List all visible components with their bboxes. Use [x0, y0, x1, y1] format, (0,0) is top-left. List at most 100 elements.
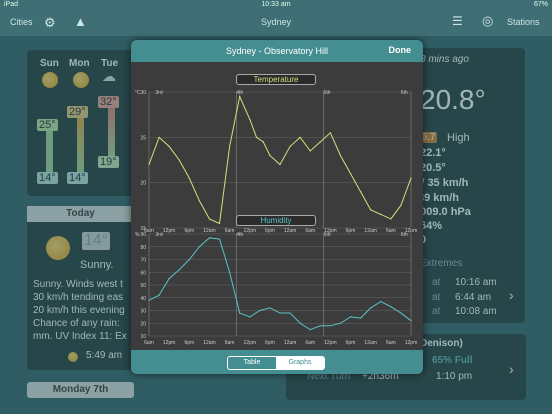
- list-icon[interactable]: ☰: [452, 14, 463, 28]
- extreme-time: 10:16 am: [455, 277, 497, 288]
- data-point: [299, 136, 301, 138]
- data-point: [229, 271, 231, 273]
- x-tick-label: 12am: [203, 340, 216, 346]
- x-tick-label: 6am: [386, 340, 396, 346]
- clock: 10:33 am: [261, 1, 291, 8]
- temperature-chart: °C15202530 3rd 4th 5th 6th6am 12pm 6pm 12am 6am 1…: [135, 90, 417, 234]
- low-temp-sun: 14°: [37, 172, 58, 184]
- data-point: [289, 312, 291, 314]
- x-tick-label: 12pm: [405, 340, 418, 346]
- updated-ago: 8 mins ago: [420, 54, 469, 65]
- tab-table[interactable]: Table: [228, 357, 276, 369]
- obs-row: 64%: [420, 220, 443, 232]
- extreme-time: 6:44 am: [455, 292, 492, 303]
- stations-button[interactable]: Stations: [507, 17, 540, 27]
- sun-icon: [42, 72, 58, 88]
- y-tick-label: 80: [140, 245, 146, 251]
- y-tick-label: 20: [140, 321, 146, 327]
- data-point: [390, 306, 392, 308]
- extremes-label: Extremes: [420, 258, 463, 269]
- chevron-right-icon[interactable]: ›: [509, 287, 514, 303]
- data-point: [319, 325, 321, 327]
- tab-graphs[interactable]: Graphs: [276, 357, 324, 369]
- data-point: [309, 150, 311, 152]
- chevron-right-icon[interactable]: ›: [509, 361, 514, 377]
- data-point: [208, 218, 211, 220]
- data-point: [410, 320, 412, 322]
- day-label: 3rd: [155, 90, 162, 96]
- next-turn-time: 1:10 pm: [436, 371, 473, 382]
- data-point: [178, 269, 180, 271]
- x-tick-label: 12pm: [244, 340, 257, 346]
- today-desc-line: Sunny. Winds west t: [33, 279, 123, 290]
- x-tick-label: 12am: [364, 340, 377, 346]
- data-point: [269, 154, 271, 157]
- y-tick-label: 30: [140, 90, 146, 96]
- data-point: [262, 141, 264, 143]
- modal-header: Sydney - Observatory Hill Done: [131, 40, 423, 62]
- today-temp: 14°: [82, 232, 111, 250]
- day-label: 5th: [324, 232, 331, 238]
- data-point: [329, 325, 331, 327]
- data-point: [349, 316, 352, 318]
- data-point: [229, 145, 231, 147]
- data-point: [188, 177, 190, 179]
- data-point: [360, 317, 362, 319]
- data-point: [208, 237, 211, 239]
- extreme-at: at: [432, 306, 441, 317]
- data-point: [360, 191, 362, 193]
- x-tick-label: 6pm: [184, 340, 194, 346]
- status-bar: iPad 10:33 am 67%: [0, 0, 552, 10]
- day-name-mon: Mon: [69, 58, 90, 69]
- temp-range-bar: [46, 130, 53, 175]
- next-day-header[interactable]: Monday 7th: [27, 382, 134, 398]
- data-point: [178, 159, 180, 161]
- day-name-sun: Sun: [40, 58, 59, 69]
- data-point: [410, 177, 412, 179]
- sunrise-time: 5:49 am: [86, 350, 123, 361]
- temperature-series-line: [148, 94, 412, 225]
- temp-range-bar: [108, 104, 115, 160]
- sun-icon: [46, 236, 70, 260]
- obs-row: 20.5°: [420, 162, 446, 174]
- x-tick-label: 12am: [284, 340, 297, 346]
- y-tick-label: 20: [140, 181, 146, 187]
- data-point: [299, 322, 301, 324]
- high-temp-mon: 29°: [67, 106, 88, 118]
- humidity-chart: %102030405060708090 3rd 4th 5th 6th6am 12pm 6p…: [135, 232, 418, 346]
- extreme-time: 10:08 am: [455, 306, 497, 317]
- modal-title: Sydney - Observatory Hill: [225, 46, 329, 56]
- data-point: [309, 329, 311, 331]
- data-point: [255, 136, 258, 138]
- data-point: [279, 163, 281, 166]
- low-temp-mon: 14°: [67, 172, 88, 184]
- done-button[interactable]: Done: [389, 45, 412, 55]
- humidity-chart-title: Humidity: [236, 215, 316, 226]
- today-desc-line: 30 km/h tending eas: [33, 292, 124, 303]
- y-tick-label: 25: [140, 135, 146, 141]
- data-point: [349, 173, 352, 175]
- data-point: [289, 145, 291, 147]
- data-point: [380, 300, 382, 303]
- data-point: [339, 154, 342, 157]
- battery-level: 67%: [533, 1, 548, 8]
- data-point: [269, 307, 271, 309]
- data-point: [249, 118, 251, 120]
- sun-icon: [73, 72, 89, 88]
- data-point: [148, 163, 150, 166]
- day-label: 4th: [236, 232, 243, 238]
- day-label: 6th: [401, 90, 408, 96]
- globe-icon[interactable]: ◎: [482, 13, 493, 29]
- day-label: 3rd: [155, 232, 162, 238]
- current-temp: 20.8°: [420, 84, 486, 115]
- data-point: [218, 222, 221, 225]
- today-condition: Sunny.: [80, 259, 114, 271]
- data-point: [218, 238, 221, 240]
- today-desc-line: 20 km/h this evening: [33, 305, 125, 316]
- storm-cloud-icon: ☁: [102, 68, 116, 84]
- x-tick-label: 6am: [305, 340, 315, 346]
- extreme-at: at: [432, 277, 441, 288]
- sunrise-icon: [68, 352, 78, 362]
- data-point: [239, 95, 241, 98]
- humidity-series-line: [148, 237, 412, 331]
